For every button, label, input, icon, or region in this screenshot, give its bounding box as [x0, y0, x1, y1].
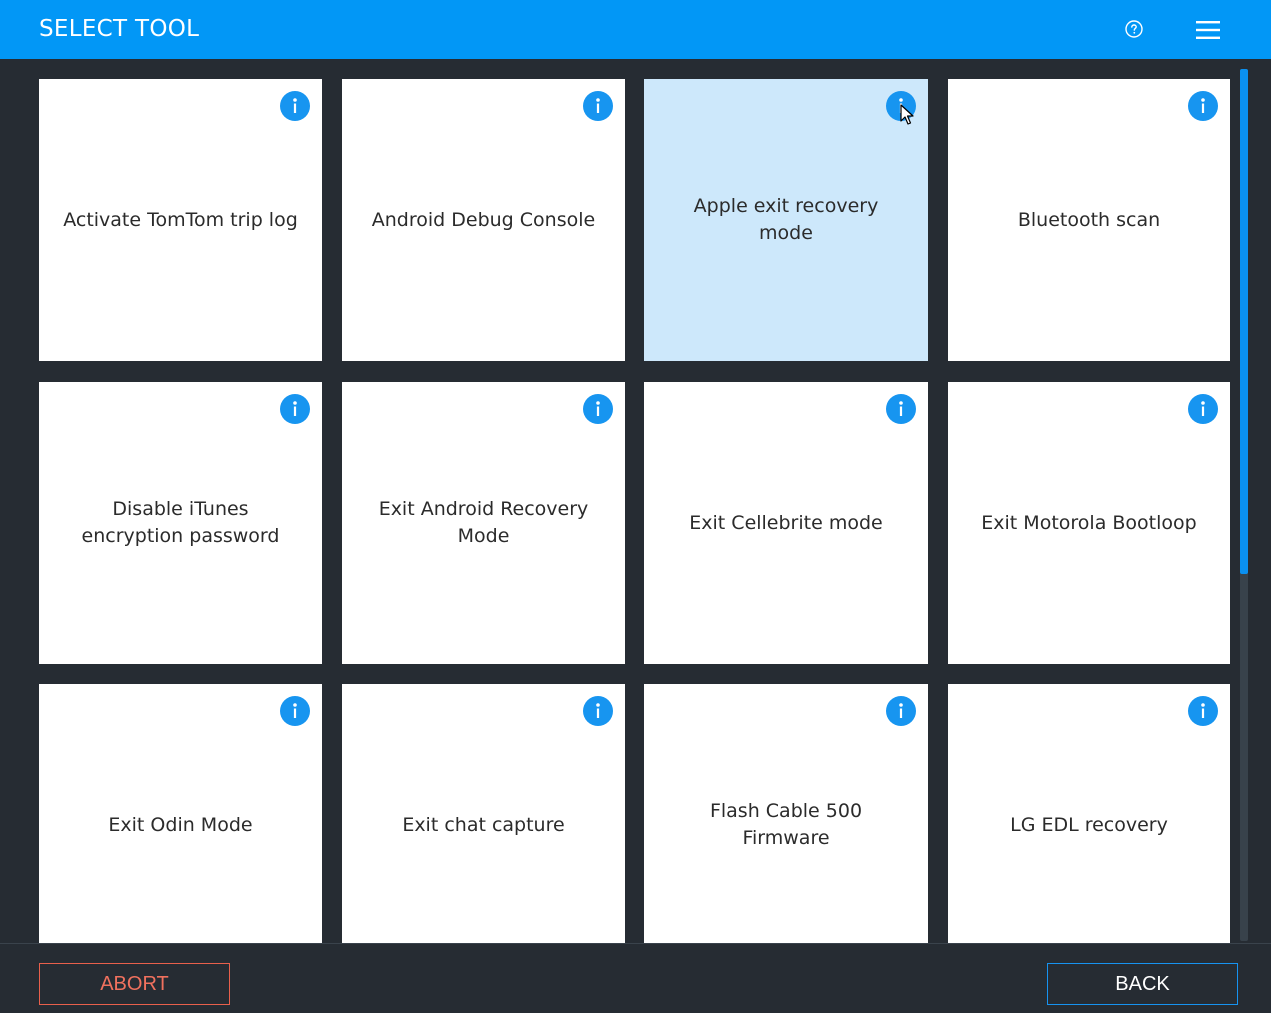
help-icon[interactable]: [1125, 20, 1143, 38]
tool-label: Android Debug Console: [371, 208, 596, 231]
tool-label: Exit Cellebrite mode: [689, 511, 883, 534]
tool-label: Disable iTunes encryption password: [81, 498, 280, 547]
tool-tile[interactable]: Bluetooth scan: [948, 79, 1230, 361]
hamburger-menu-icon[interactable]: [1196, 19, 1220, 41]
info-icon[interactable]: [583, 91, 613, 121]
back-button[interactable]: BACK: [1047, 963, 1238, 1005]
tool-tile[interactable]: Android Debug Console: [342, 79, 625, 361]
scrollbar-thumb[interactable]: [1240, 69, 1248, 574]
info-icon[interactable]: [1188, 394, 1218, 424]
tool-tile[interactable]: Flash Cable 500 Firmware: [644, 684, 928, 943]
tool-tile[interactable]: Exit Android Recovery Mode: [342, 382, 625, 664]
tool-label: Exit Odin Mode: [108, 813, 253, 836]
footer-bar: ABORT BACK: [0, 943, 1271, 1013]
info-icon[interactable]: [1188, 696, 1218, 726]
info-icon[interactable]: [886, 696, 916, 726]
tool-tile[interactable]: Exit chat capture: [342, 684, 625, 943]
tool-tile-selected[interactable]: Apple exit recovery mode: [644, 79, 928, 361]
info-icon[interactable]: [886, 394, 916, 424]
tool-label: Bluetooth scan: [1017, 208, 1161, 231]
page-title: SELECT TOOL: [39, 16, 200, 42]
info-icon[interactable]: [1188, 91, 1218, 121]
info-icon[interactable]: [280, 394, 310, 424]
tool-tile[interactable]: Exit Cellebrite mode: [644, 382, 928, 664]
info-icon[interactable]: [583, 394, 613, 424]
tool-tile[interactable]: Exit Motorola Bootloop: [948, 382, 1230, 664]
abort-button[interactable]: ABORT: [39, 963, 230, 1005]
tool-label: Flash Cable 500 Firmware: [709, 800, 863, 849]
tool-tile[interactable]: Disable iTunes encryption password: [39, 382, 322, 664]
tool-label: LG EDL recovery: [1010, 813, 1168, 836]
tool-tile[interactable]: LG EDL recovery: [948, 684, 1230, 943]
tool-label: Exit chat capture: [402, 813, 565, 836]
app-header: SELECT TOOL: [0, 0, 1271, 59]
tool-tile[interactable]: Exit Odin Mode: [39, 684, 322, 943]
info-icon[interactable]: [583, 696, 613, 726]
info-icon[interactable]: [886, 91, 916, 121]
tool-label: Activate TomTom trip log: [63, 208, 298, 231]
tool-label: Apple exit recovery mode: [693, 195, 879, 244]
tool-label: Exit Motorola Bootloop: [981, 511, 1197, 534]
tool-tile[interactable]: Activate TomTom trip log: [39, 79, 322, 361]
info-icon[interactable]: [280, 91, 310, 121]
tool-label: Exit Android Recovery Mode: [378, 498, 589, 547]
tool-grid: Activate TomTom trip log Android Debug C…: [0, 59, 1271, 943]
info-icon[interactable]: [280, 696, 310, 726]
